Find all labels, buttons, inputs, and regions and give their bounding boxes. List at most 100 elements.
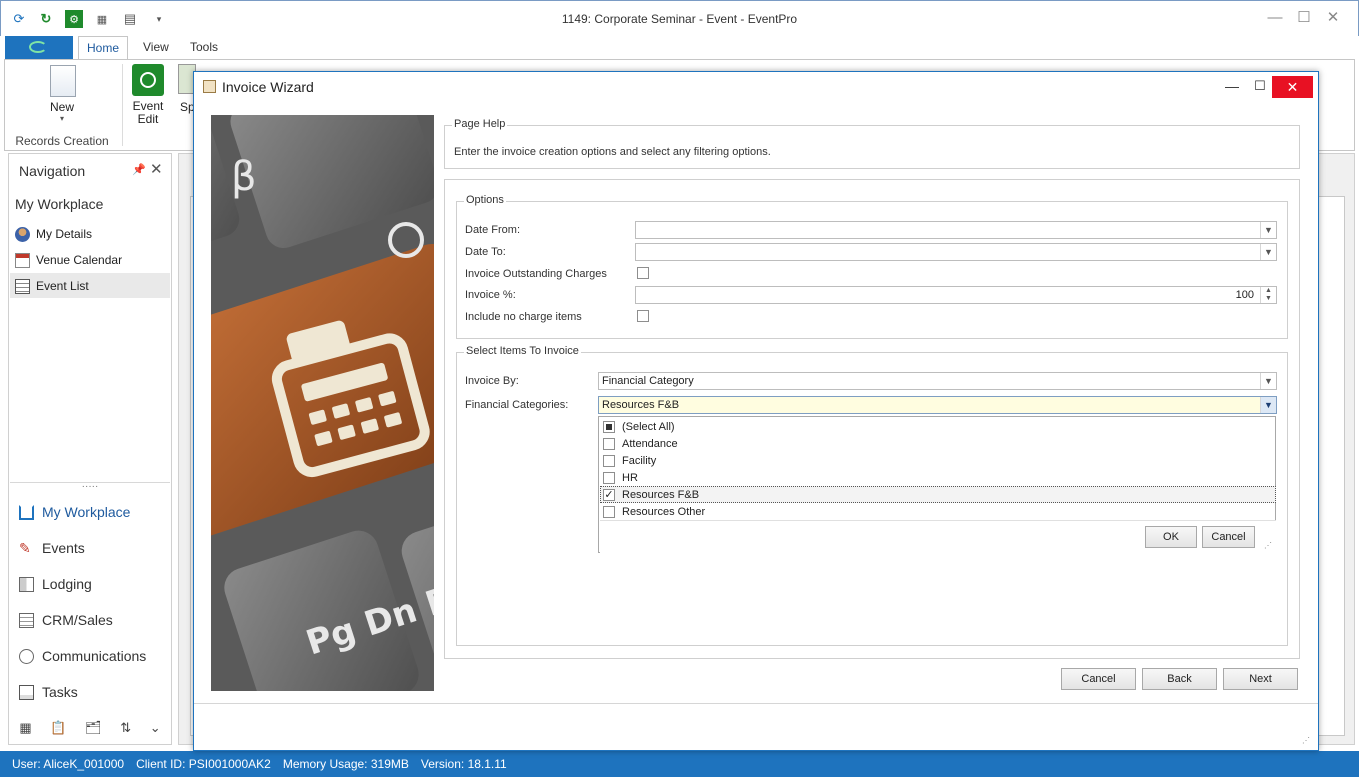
nav-item-label: Lodging [42, 576, 92, 592]
partial-checkbox[interactable] [603, 420, 615, 433]
dropdown-cancel-button[interactable]: Cancel [1202, 526, 1255, 548]
app-close-button[interactable]: ✕ [1318, 8, 1348, 28]
wizard-keyboard-image: β Pg Dn E [211, 115, 434, 691]
invoice-percent-spinner[interactable]: 100 ▲ ▼ [635, 286, 1277, 304]
no-charge-checkbox[interactable] [637, 310, 649, 322]
wizard-next-button[interactable]: Next [1223, 668, 1298, 690]
tab-home[interactable]: Home [78, 36, 128, 60]
nav-link-label: My Details [36, 227, 93, 241]
wizard-resize-grip-icon[interactable]: ⋰ [1302, 736, 1310, 745]
wizard-back-button[interactable]: Back [1142, 668, 1217, 690]
nav-link-label: Venue Calendar [36, 253, 123, 267]
chevron-down-icon[interactable]: ⌄ [150, 720, 161, 736]
nav-item-tasks[interactable]: Tasks [19, 680, 169, 704]
outstanding-charges-label: Invoice Outstanding Charges [465, 268, 607, 280]
nav-item-crm-sales[interactable]: CRM/Sales [19, 608, 169, 632]
home-icon [19, 504, 34, 520]
wizard-maximize-button[interactable]: ☐ [1250, 78, 1270, 94]
new-button[interactable]: New ▾ [40, 100, 84, 123]
dropdown-item-select-all[interactable]: (Select All) [600, 418, 1276, 435]
nav-item-my-workplace[interactable]: My Workplace [19, 500, 169, 524]
nav-item-label: Tasks [42, 684, 78, 700]
dropdown-item-resources-fb[interactable]: ✓ Resources F&B [600, 486, 1276, 503]
wizard-close-button[interactable]: ✕ [1272, 76, 1313, 98]
dropdown-item-label: HR [622, 471, 638, 484]
nav-item-events[interactable]: ✎ Events [19, 536, 169, 560]
nav-item-lodging[interactable]: Lodging [19, 572, 169, 596]
file-tab[interactable] [5, 36, 73, 59]
dropdown-item-hr[interactable]: HR [600, 469, 1276, 486]
event-edit-button[interactable]: Event Edit [126, 100, 170, 126]
ribbon-separator [122, 64, 123, 146]
dropdown-item-resources-other[interactable]: Resources Other [600, 503, 1276, 520]
checkbox[interactable] [603, 437, 615, 450]
checkbox[interactable] [603, 454, 615, 467]
invoice-by-label: Invoice By: [465, 375, 519, 387]
date-from-label: Date From: [465, 224, 521, 236]
calendar-icon [15, 252, 30, 268]
pin-icon[interactable]: 📌 [132, 163, 146, 176]
status-user: User: AliceK_001000 [12, 757, 125, 771]
no-charge-label: Include no charge items [465, 311, 582, 323]
outstanding-charges-checkbox[interactable] [637, 267, 649, 279]
new-document-icon[interactable] [50, 65, 76, 97]
financial-categories-label: Financial Categories: [465, 399, 569, 411]
nav-link-event-list[interactable]: Event List [15, 276, 170, 296]
invoice-by-value: Financial Category [602, 375, 694, 387]
wizard-calculator-icon [203, 80, 216, 93]
event-edit-gear-icon[interactable] [132, 64, 164, 96]
chevron-down-icon[interactable]: ▼ [1260, 222, 1276, 238]
dropdown-item-label: Resources F&B [622, 488, 700, 501]
nav-splitter[interactable]: ····· [10, 482, 170, 494]
nav-item-communications[interactable]: Communications [19, 644, 169, 668]
invoice-percent-label: Invoice %: [465, 289, 516, 301]
nav-item-label: Communications [42, 648, 147, 664]
sort-arrows-icon[interactable]: ⇅ [120, 720, 131, 736]
date-to-label: Date To: [465, 246, 506, 258]
nav-link-venue-calendar[interactable]: Venue Calendar [15, 250, 170, 270]
calculator-icon[interactable]: ▦ [19, 720, 31, 736]
speech-bubble-icon [19, 648, 34, 664]
dropdown-item-facility[interactable]: Facility [600, 452, 1276, 469]
dropdown-item-label: (Select All) [622, 420, 675, 433]
status-client-id: Client ID: PSI001000AK2 [136, 757, 271, 771]
financial-categories-select[interactable]: Resources F&B ▼ [598, 396, 1277, 414]
dropdown-footer: OK Cancel ⋰ [600, 520, 1276, 553]
wizard-minimize-button[interactable]: — [1222, 78, 1242, 94]
keyboard-illustration: β Pg Dn E [211, 115, 434, 691]
event-edit-label-2: Edit [137, 112, 159, 126]
app-minimize-button[interactable]: — [1260, 8, 1290, 28]
tab-view[interactable]: View [143, 40, 169, 54]
chevron-down-icon[interactable]: ▼ [1260, 397, 1276, 413]
date-from-field[interactable]: ▼ [635, 221, 1277, 239]
dropdown-item-attendance[interactable]: Attendance [600, 435, 1276, 452]
resize-grip-icon[interactable]: ⋰ [1264, 541, 1272, 550]
spinner-arrows-icon[interactable]: ▲ ▼ [1260, 287, 1276, 303]
select-items-title: Select Items To Invoice [464, 345, 581, 357]
chevron-down-icon[interactable]: ▼ [1260, 373, 1276, 389]
tab-tools[interactable]: Tools [190, 40, 218, 54]
dropdown-ok-button[interactable]: OK [1145, 526, 1197, 548]
navigation-close-icon[interactable]: ✕ [150, 160, 163, 178]
nav-link-label: Event List [36, 279, 89, 293]
dropdown-item-label: Facility [622, 454, 657, 467]
app-maximize-button[interactable]: ☐ [1289, 8, 1319, 28]
page-help-title: Page Help [452, 118, 508, 130]
dropdown-item-label: Resources Other [622, 505, 706, 518]
folders-icon[interactable]: 🗂 [85, 720, 102, 736]
clipboard-icon[interactable]: 📋 [50, 720, 66, 736]
date-to-field[interactable]: ▼ [635, 243, 1277, 261]
nav-item-label: My Workplace [42, 504, 131, 520]
financial-categories-dropdown: (Select All) Attendance Facility HR ✓ Re… [598, 416, 1276, 553]
checkbox[interactable] [603, 471, 615, 484]
checkbox[interactable] [603, 505, 615, 518]
checked-checkbox[interactable]: ✓ [603, 488, 615, 501]
navigation-title: Navigation [19, 163, 86, 179]
app-logo-icon [29, 41, 47, 53]
invoice-by-select[interactable]: Financial Category ▼ [598, 372, 1277, 390]
wizard-cancel-button[interactable]: Cancel [1061, 668, 1136, 690]
nav-item-label: Events [42, 540, 85, 556]
chevron-down-icon[interactable]: ▼ [1260, 244, 1276, 260]
wizard-title: Invoice Wizard [222, 79, 314, 95]
nav-link-my-details[interactable]: My Details [15, 224, 170, 244]
